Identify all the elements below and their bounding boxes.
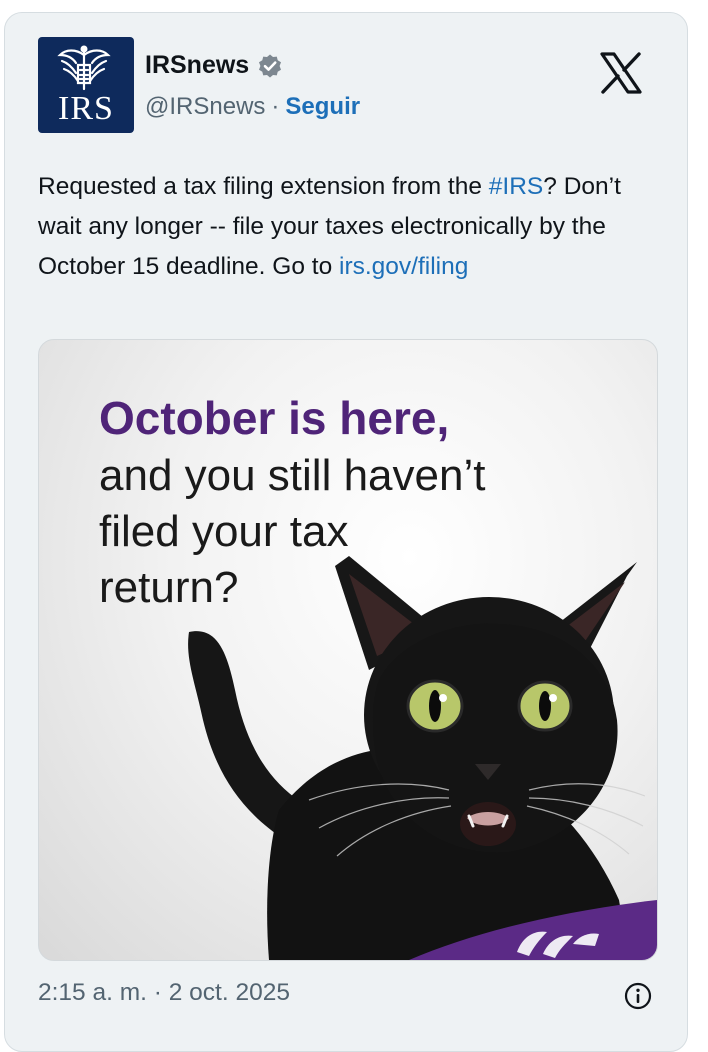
x-logo-icon[interactable]	[597, 49, 645, 97]
post-footer: 2:15 a. m. · 2 oct. 2025	[38, 979, 668, 1019]
url-link[interactable]: irs.gov/filing	[339, 253, 468, 280]
info-icon[interactable]	[623, 981, 653, 1011]
purple-corner-band	[409, 900, 657, 960]
post-header: IRS IRSnews @IRSnews · Seguir	[5, 13, 687, 143]
verified-badge-icon[interactable]	[257, 53, 283, 79]
avatar-irs-text: IRS	[58, 90, 114, 127]
follow-button[interactable]: Seguir	[285, 93, 360, 121]
avatar[interactable]: IRS	[38, 37, 134, 133]
post-timestamp[interactable]: 2:15 a. m. · 2 oct. 2025	[38, 979, 290, 1007]
handle-separator: ·	[271, 93, 280, 120]
hashtag-link[interactable]: #IRS	[489, 173, 543, 200]
post-card[interactable]: IRS IRSnews @IRSnews · Seguir Requested …	[4, 12, 688, 1052]
irs-eagle-emblem-icon	[57, 45, 111, 91]
author-handle[interactable]: @IRSnews	[145, 93, 265, 121]
post-text-part1: Requested a tax filing extension from th…	[38, 173, 489, 200]
author-display-name[interactable]: IRSnews	[145, 51, 249, 80]
author-handle-row: @IRSnews · Seguir	[145, 93, 360, 121]
post-media-image[interactable]: October is here, and you still haven’t f…	[38, 339, 658, 961]
post-text: Requested a tax filing extension from th…	[38, 167, 668, 287]
author-name-row: IRSnews	[145, 51, 283, 80]
